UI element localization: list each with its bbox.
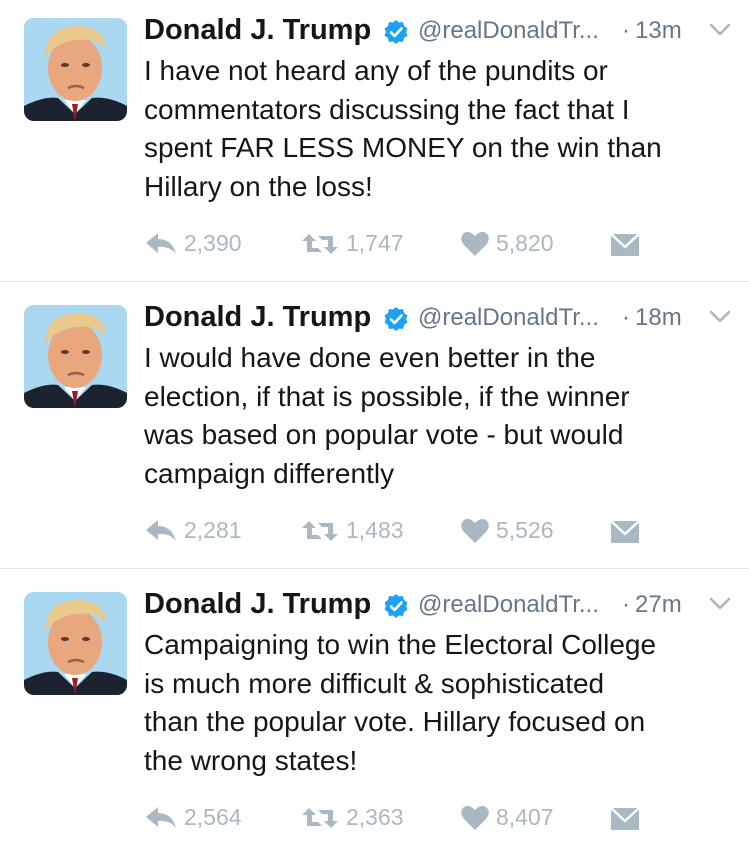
tweet[interactable]: Donald J. Trump @realDonaldTr... · 13m I… bbox=[0, 0, 749, 287]
timestamp[interactable]: 27m bbox=[635, 591, 682, 619]
separator-dot: · bbox=[622, 591, 630, 618]
chevron-down-icon[interactable] bbox=[709, 596, 731, 612]
tweet[interactable]: Donald J. Trump @realDonaldTr... · 27m C… bbox=[0, 574, 749, 861]
author-name[interactable]: Donald J. Trump bbox=[144, 588, 371, 621]
chevron-down-icon[interactable] bbox=[709, 309, 731, 325]
chevron-down-icon[interactable] bbox=[709, 22, 731, 38]
like-count: 8,407 bbox=[496, 804, 554, 830]
tweet-text: I would have done even better in the ele… bbox=[144, 339, 734, 493]
tweet[interactable]: Donald J. Trump @realDonaldTr... · 18m I… bbox=[0, 287, 749, 574]
separator-dot: · bbox=[622, 304, 630, 331]
verified-badge-icon bbox=[384, 594, 408, 618]
reply-icon bbox=[146, 807, 176, 828]
envelope-icon bbox=[610, 520, 640, 543]
tweet-text-line: than the popular vote. Hillary focused o… bbox=[144, 706, 646, 737]
timestamp[interactable]: 18m bbox=[635, 304, 682, 332]
retweet-icon bbox=[302, 234, 338, 254]
verified-badge-icon bbox=[384, 20, 408, 44]
retweet-count: 1,483 bbox=[346, 517, 404, 543]
tweet-actions: 2,390 1,747 5,820 bbox=[144, 226, 704, 262]
tweet-text-line: Hillary on the loss! bbox=[144, 170, 373, 202]
avatar-portrait-icon bbox=[24, 592, 127, 695]
tweet-divider bbox=[0, 568, 749, 569]
tweet-text: I have not heard any of the pundits or c… bbox=[144, 52, 734, 206]
reply-icon bbox=[146, 233, 176, 254]
reply-icon bbox=[146, 520, 176, 541]
author-name[interactable]: Donald J. Trump bbox=[144, 14, 371, 47]
heart-icon bbox=[461, 231, 489, 256]
tweet-text-line: was based on popular vote - but would bbox=[144, 419, 624, 450]
retweet-icon bbox=[302, 521, 338, 541]
tweet-feed: Donald J. Trump @realDonaldTr... · 13m I… bbox=[0, 0, 749, 851]
avatar[interactable] bbox=[24, 305, 127, 408]
avatar[interactable] bbox=[24, 18, 127, 121]
reply-count: 2,281 bbox=[184, 517, 242, 543]
tweet-text-line: Campaigning to win the Electoral College bbox=[144, 629, 657, 660]
reply-count: 2,390 bbox=[184, 230, 242, 256]
tweet-text-line: is much more difficult & sophisticated bbox=[144, 667, 605, 699]
heart-icon bbox=[461, 805, 489, 830]
avatar-portrait-icon bbox=[24, 18, 127, 121]
author-name[interactable]: Donald J. Trump bbox=[144, 301, 371, 334]
retweet-count: 2,363 bbox=[346, 804, 404, 830]
tweet-text-line: the wrong states! bbox=[144, 744, 358, 776]
avatar-portrait-icon bbox=[24, 305, 127, 408]
tweet-header: Donald J. Trump @realDonaldTr... · 27m bbox=[144, 586, 736, 626]
author-handle[interactable]: @realDonaldTr... bbox=[418, 17, 599, 45]
tweet-actions: 2,564 2,363 8,407 bbox=[144, 800, 704, 836]
tweet-text-line: election, if that is possible, if the wi… bbox=[144, 380, 630, 412]
tweet-text-line: I would have done even better in the bbox=[144, 342, 596, 373]
tweet-divider bbox=[0, 281, 749, 282]
envelope-icon bbox=[610, 233, 640, 256]
tweet-text-line: campaign differently bbox=[144, 457, 395, 489]
like-count: 5,820 bbox=[496, 230, 554, 256]
tweet-header: Donald J. Trump @realDonaldTr... · 13m bbox=[144, 12, 736, 52]
tweet-text-line: commentators discussing the fact that I bbox=[144, 93, 630, 125]
tweet-text-line: I have not heard any of the pundits or bbox=[144, 55, 608, 86]
separator-dot: · bbox=[622, 17, 630, 44]
author-handle[interactable]: @realDonaldTr... bbox=[418, 591, 599, 619]
author-handle[interactable]: @realDonaldTr... bbox=[418, 304, 599, 332]
reply-count: 2,564 bbox=[184, 804, 242, 830]
avatar[interactable] bbox=[24, 592, 127, 695]
retweet-icon bbox=[302, 808, 338, 828]
timestamp[interactable]: 13m bbox=[635, 17, 682, 45]
tweet-header: Donald J. Trump @realDonaldTr... · 18m bbox=[144, 299, 736, 339]
retweet-count: 1,747 bbox=[346, 230, 404, 256]
tweet-text: Campaigning to win the Electoral College… bbox=[144, 626, 734, 780]
heart-icon bbox=[461, 518, 489, 543]
like-count: 5,526 bbox=[496, 517, 554, 543]
tweet-text-line: spent FAR LESS MONEY on the win than bbox=[144, 132, 662, 163]
verified-badge-icon bbox=[384, 307, 408, 331]
tweet-actions: 2,281 1,483 5,526 bbox=[144, 513, 704, 549]
envelope-icon bbox=[610, 807, 640, 830]
